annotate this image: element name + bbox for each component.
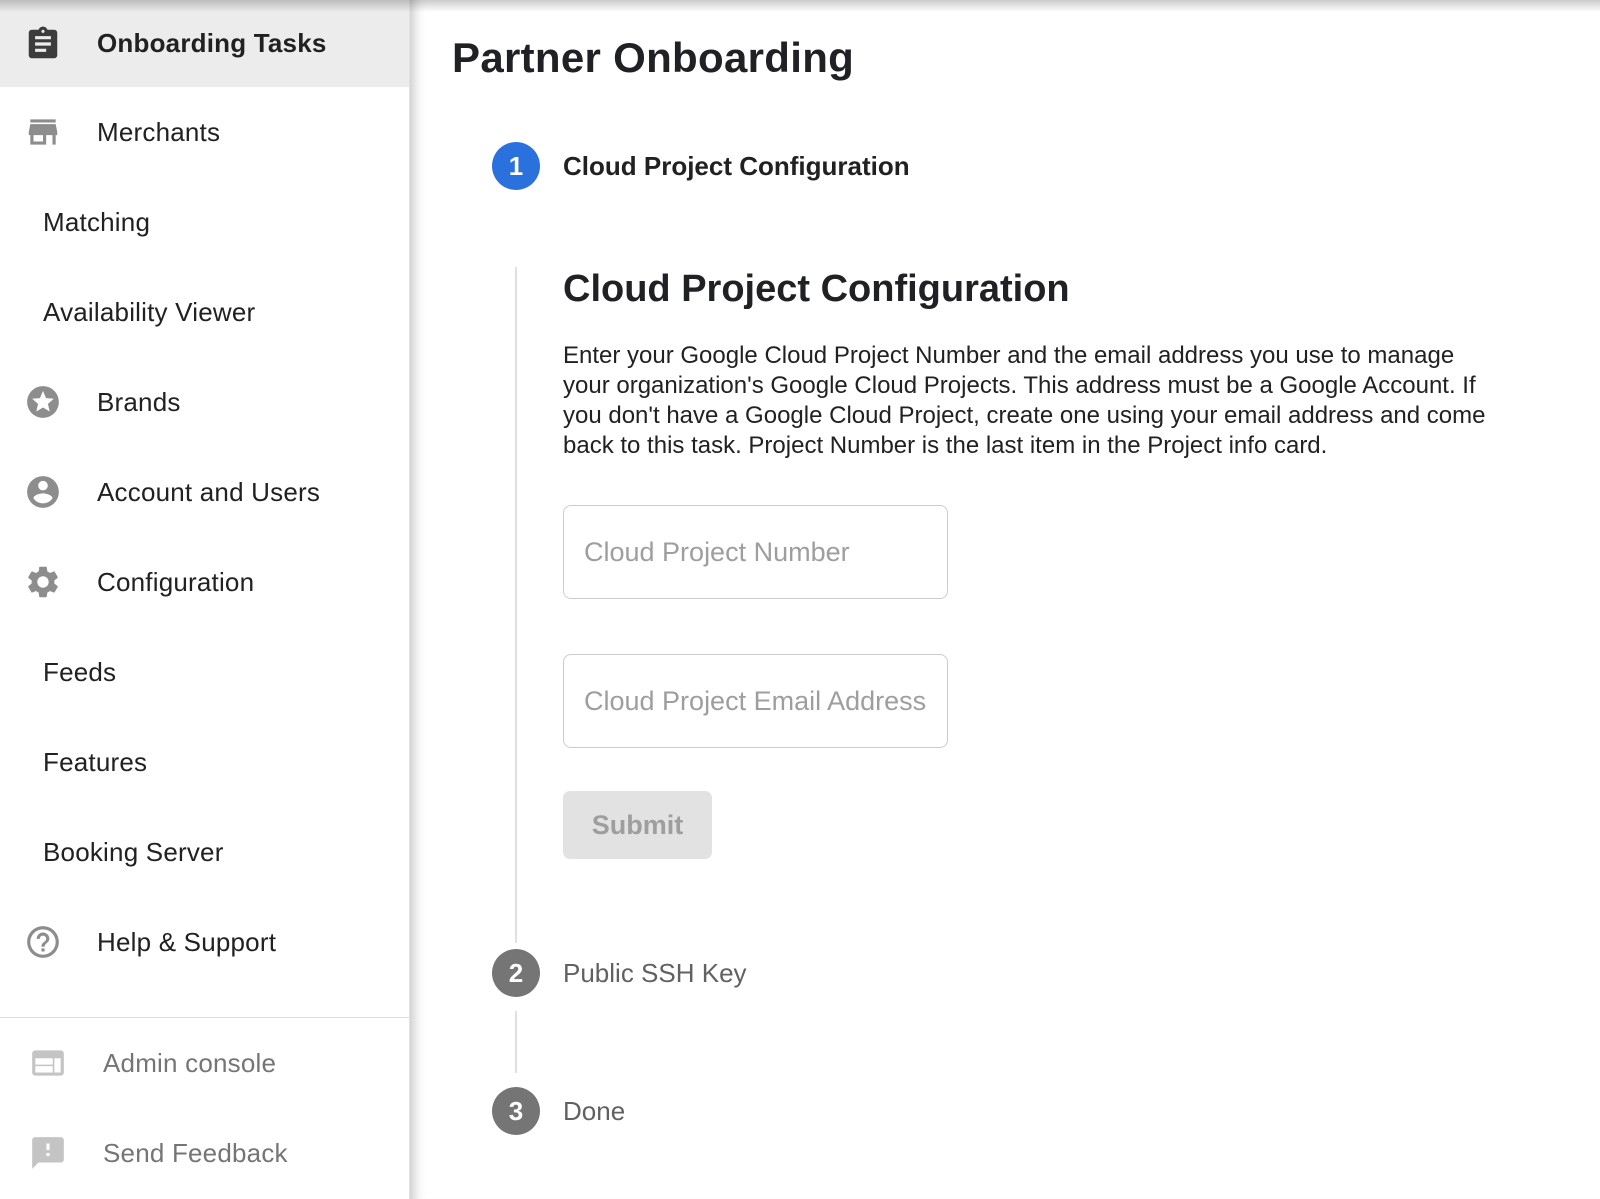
sidebar-item-feeds[interactable]: Feeds — [0, 627, 409, 717]
feedback-icon — [29, 1134, 67, 1172]
sidebar-item-label: Brands — [97, 387, 181, 418]
sidebar-item-label: Merchants — [97, 117, 220, 148]
step-3-number-badge: 3 — [492, 1087, 540, 1135]
assignment-icon — [24, 25, 62, 63]
app-window: Onboarding Tasks Merchants Matching Avai… — [0, 0, 1600, 1199]
step-3-label: Done — [563, 1096, 625, 1127]
onboarding-stepper: 1 Cloud Project Configuration Cloud Proj… — [410, 142, 1600, 1135]
sidebar-item-label: Matching — [43, 207, 150, 238]
sidebar-item-features[interactable]: Features — [0, 717, 409, 807]
sidebar-item-brands[interactable]: Brands — [0, 357, 409, 447]
star-circle-icon — [24, 383, 62, 421]
cloud-project-number-input[interactable] — [563, 505, 948, 599]
stepper-connector — [515, 1011, 517, 1073]
sidebar-item-send-feedback[interactable]: Send Feedback — [0, 1108, 409, 1198]
sidebar-item-label: Help & Support — [97, 927, 276, 958]
sidebar-item-matching[interactable]: Matching — [0, 177, 409, 267]
step-2-header[interactable]: 2 Public SSH Key — [410, 949, 1600, 997]
submit-button[interactable]: Submit — [563, 791, 712, 859]
main-content: Partner Onboarding 1 Cloud Project Confi… — [409, 0, 1600, 1199]
sidebar-item-label: Features — [43, 747, 147, 778]
step-2-label: Public SSH Key — [563, 958, 747, 989]
sidebar-item-merchants[interactable]: Merchants — [0, 87, 409, 177]
sidebar-item-label: Admin console — [103, 1048, 276, 1079]
help-icon — [24, 923, 62, 961]
step-1-number-badge: 1 — [492, 142, 540, 190]
step-1-description: Enter your Google Cloud Project Number a… — [563, 341, 1493, 461]
sidebar-item-label: Availability Viewer — [43, 297, 255, 328]
sidebar-item-onboarding-tasks[interactable]: Onboarding Tasks — [0, 0, 409, 87]
sidebar-item-label: Feeds — [43, 657, 116, 688]
storefront-icon — [24, 113, 62, 151]
sidebar-item-label: Account and Users — [97, 477, 320, 508]
step-3-header[interactable]: 3 Done — [410, 1087, 1600, 1135]
sidebar-item-label: Booking Server — [43, 837, 224, 868]
step-1-header[interactable]: 1 Cloud Project Configuration — [410, 142, 1600, 190]
page-title: Partner Onboarding — [452, 34, 1600, 82]
person-circle-icon — [24, 473, 62, 511]
cloud-project-email-input[interactable] — [563, 654, 948, 748]
sidebar-item-help-support[interactable]: Help & Support — [0, 897, 409, 987]
sidebar: Onboarding Tasks Merchants Matching Avai… — [0, 0, 409, 1199]
sidebar-item-label: Configuration — [97, 567, 254, 598]
sidebar-item-availability-viewer[interactable]: Availability Viewer — [0, 267, 409, 357]
sidebar-item-account-and-users[interactable]: Account and Users — [0, 447, 409, 537]
step-2-number-badge: 2 — [492, 949, 540, 997]
step-1-label: Cloud Project Configuration — [563, 151, 910, 182]
sidebar-item-label: Onboarding Tasks — [97, 28, 327, 59]
web-console-icon — [29, 1044, 67, 1082]
step-1-body: Cloud Project Configuration Enter your G… — [515, 267, 1600, 943]
sidebar-item-label: Send Feedback — [103, 1138, 288, 1169]
gear-icon — [24, 563, 62, 601]
step-1-heading: Cloud Project Configuration — [563, 267, 1600, 311]
sidebar-item-configuration[interactable]: Configuration — [0, 537, 409, 627]
sidebar-item-admin-console[interactable]: Admin console — [0, 1018, 409, 1108]
sidebar-item-booking-server[interactable]: Booking Server — [0, 807, 409, 897]
